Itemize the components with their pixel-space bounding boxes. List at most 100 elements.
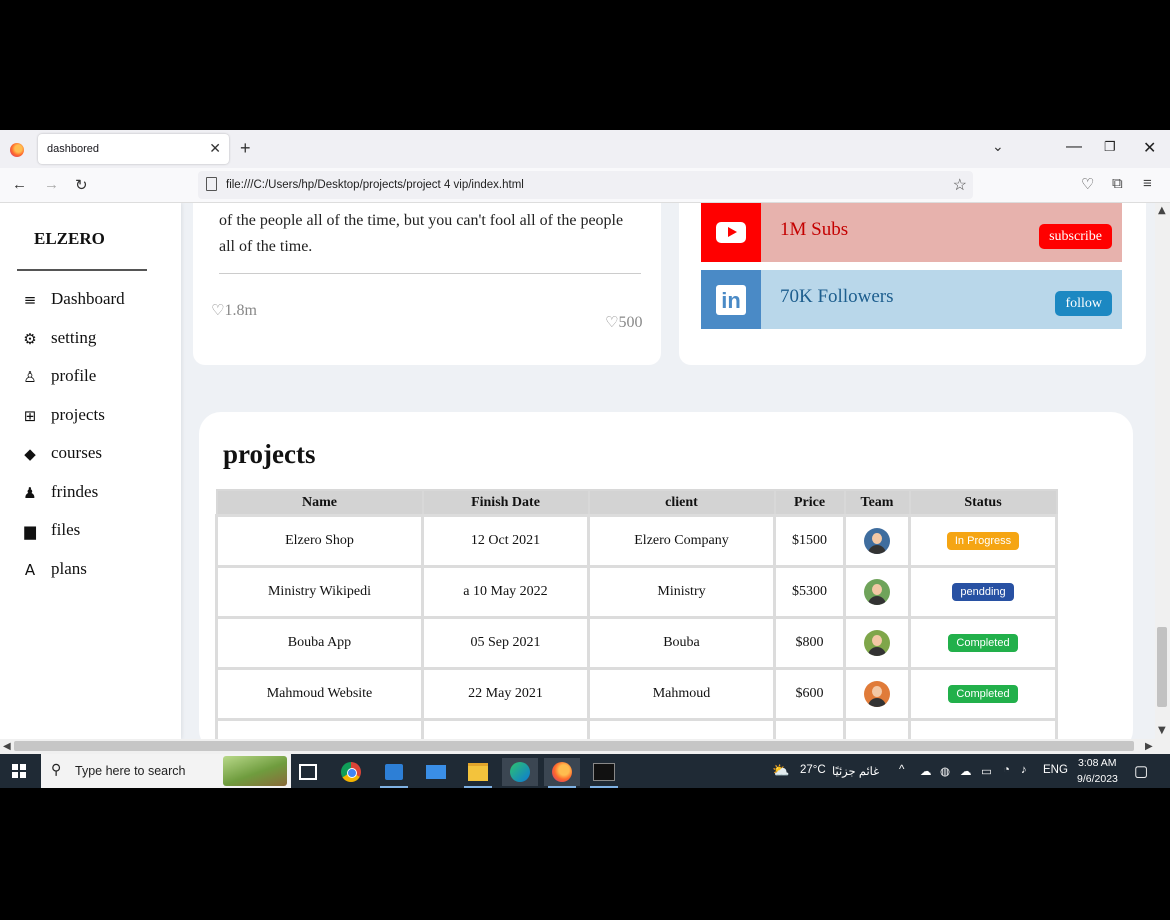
extensions-icon[interactable]: ⧉	[1112, 175, 1123, 192]
status-badge: Completed	[948, 634, 1018, 652]
cell-date: a 10 May 2022	[421, 565, 590, 619]
volume-icon[interactable]: ♪	[1021, 764, 1027, 776]
projects-title: projects	[223, 439, 316, 469]
pocket-icon[interactable]: ♡	[1081, 175, 1094, 193]
language-indicator[interactable]: ENG	[1043, 764, 1068, 776]
cell-team	[843, 667, 911, 721]
scroll-down-arrow-icon[interactable]: ▼	[1158, 725, 1166, 736]
meet-now-icon[interactable]: ◍	[940, 764, 950, 778]
quote-card: of the people all of the time, but you c…	[193, 203, 661, 365]
windows-start-icon[interactable]	[12, 764, 26, 778]
new-tab-button[interactable]: +	[240, 138, 251, 159]
horizontal-scrollbar[interactable]: ◀ ▶	[0, 739, 1170, 754]
window-restore-button[interactable]: ❐	[1104, 139, 1116, 155]
subscribe-button[interactable]: subscribe	[1039, 224, 1112, 249]
youtube-icon	[701, 203, 761, 262]
col-finish-date: Finish Date	[421, 489, 590, 517]
cell-status: Completed	[908, 616, 1058, 670]
browser-tab[interactable]: dashbored ✕	[38, 134, 229, 164]
likes-left[interactable]: ♡1.8m	[211, 301, 257, 320]
window-close-button[interactable]: ✕	[1143, 138, 1156, 158]
vertical-scroll-thumb[interactable]	[1157, 627, 1167, 707]
taskbar-search[interactable]: ⚲ Type here to search	[41, 754, 291, 788]
avatar	[864, 630, 890, 656]
sidebar-item-courses[interactable]: ◆ courses	[20, 443, 170, 471]
sidebar-item-label: frindes	[51, 482, 99, 501]
table-header-row: Name Finish Date client Price Team Statu…	[215, 489, 1058, 517]
linkedin-row: in 70K Followers follow	[701, 270, 1122, 329]
cell-client: Ministry	[587, 565, 776, 619]
task-view-icon[interactable]	[290, 758, 326, 786]
url-text: file:///C:/Users/hp/Desktop/projects/pro…	[226, 179, 524, 191]
likes-left-count: 1.8m	[224, 302, 257, 319]
notification-icon[interactable]: ▢	[1134, 762, 1148, 780]
linkedin-icon: in	[701, 270, 761, 329]
scroll-right-arrow-icon[interactable]: ▶	[1145, 741, 1153, 752]
tab-close-icon[interactable]: ✕	[209, 140, 221, 157]
firefox-taskbar-icon[interactable]	[544, 758, 580, 788]
search-placeholder: Type here to search	[75, 764, 186, 778]
mail-icon[interactable]	[418, 758, 454, 786]
sidebar-item-label: courses	[51, 443, 102, 462]
sidebar-item-profile[interactable]: ♙ profile	[20, 366, 170, 394]
onedrive-icon[interactable]: ☁	[960, 764, 972, 778]
wifi-icon[interactable]: ◔	[1003, 764, 1010, 776]
bookmark-star-icon[interactable]: ☆	[953, 175, 967, 195]
weather-description[interactable]: غائم جزئيًا	[832, 764, 879, 778]
sidebar-item-plans[interactable]: A plans	[20, 559, 170, 587]
weather-cloud-icon[interactable]: ⛅	[772, 762, 789, 779]
tab-title: dashbored	[47, 143, 99, 155]
clock-date[interactable]: 9/6/2023	[1077, 773, 1118, 785]
chrome-icon[interactable]	[333, 758, 369, 786]
gear-icon: ⚙	[23, 330, 37, 348]
microsoft-store-icon[interactable]	[376, 758, 412, 788]
col-status: Status	[908, 489, 1058, 517]
file-explorer-icon[interactable]	[460, 758, 496, 788]
brand-divider	[17, 269, 147, 271]
cell-price: $800	[773, 616, 846, 670]
firefox-logo-icon	[10, 143, 24, 157]
cell-client: Bouba	[587, 616, 776, 670]
url-bar[interactable]: file:///C:/Users/hp/Desktop/projects/pro…	[198, 171, 973, 199]
sidebar: ELZERO ≡ Dashboard ⚙ setting ♙ profile ⊞…	[0, 203, 181, 739]
forward-arrow-icon[interactable]: →	[44, 176, 59, 193]
cell-date: 22 May 2021	[421, 667, 590, 721]
terminal-icon[interactable]	[586, 758, 622, 788]
edge-icon[interactable]	[502, 758, 538, 786]
col-team: Team	[843, 489, 911, 517]
menu-icon[interactable]: ≡	[1143, 175, 1152, 192]
cloud-tray-icon[interactable]: ☁	[920, 764, 932, 778]
cell-name: Ministry Wikipedi	[215, 565, 424, 619]
search-icon: ⚲	[51, 762, 62, 778]
window-minimize-button[interactable]: —	[1066, 138, 1082, 156]
follow-button[interactable]: follow	[1055, 291, 1112, 316]
heart-icon: ♡	[605, 313, 619, 331]
status-badge: In Progress	[946, 532, 1020, 550]
browser-tabbar: dashbored ✕ + ⌄ — ❐ ✕	[0, 130, 1170, 168]
clock-time[interactable]: 3:08 AM	[1078, 757, 1117, 769]
scroll-up-arrow-icon[interactable]: ▲	[1158, 205, 1166, 216]
user-icon: ♙	[23, 368, 37, 386]
battery-icon[interactable]: ▭	[981, 764, 992, 778]
cell-client: Mahmoud	[587, 667, 776, 721]
desktop-screen: dashbored ✕ + ⌄ — ❐ ✕ ← → ↻ file:///C:/U…	[0, 130, 1170, 788]
cell-client: Elzero Company	[587, 514, 776, 568]
weather-temp[interactable]: 27°C	[800, 764, 826, 776]
sidebar-item-files[interactable]: ▆ files	[20, 520, 170, 548]
tray-expand-chevron-icon[interactable]: ^	[899, 764, 904, 776]
col-price: Price	[773, 489, 846, 517]
sidebar-item-projects[interactable]: ⊞ projects	[20, 405, 170, 433]
windows-taskbar: ⚲ Type here to search ⛅ 27°C غائم جزئيًا…	[0, 754, 1170, 788]
scroll-left-arrow-icon[interactable]: ◀	[3, 741, 11, 752]
sidebar-item-setting[interactable]: ⚙ setting	[20, 328, 170, 356]
horizontal-scroll-thumb[interactable]	[14, 741, 1134, 751]
back-arrow-icon[interactable]: ←	[12, 176, 27, 193]
list-tabs-chevron-icon[interactable]: ⌄	[992, 138, 1004, 155]
reload-icon[interactable]: ↻	[75, 176, 88, 194]
sidebar-item-frindes[interactable]: ♟ frindes	[20, 482, 170, 510]
browser-navbar: ← → ↻ file:///C:/Users/hp/Desktop/projec…	[0, 168, 1170, 203]
sidebar-item-label: setting	[51, 328, 97, 347]
likes-right[interactable]: ♡500	[605, 313, 642, 332]
vertical-scrollbar[interactable]: ▲ ▼	[1155, 203, 1170, 739]
sidebar-item-dashboard[interactable]: ≡ Dashboard	[20, 289, 170, 317]
